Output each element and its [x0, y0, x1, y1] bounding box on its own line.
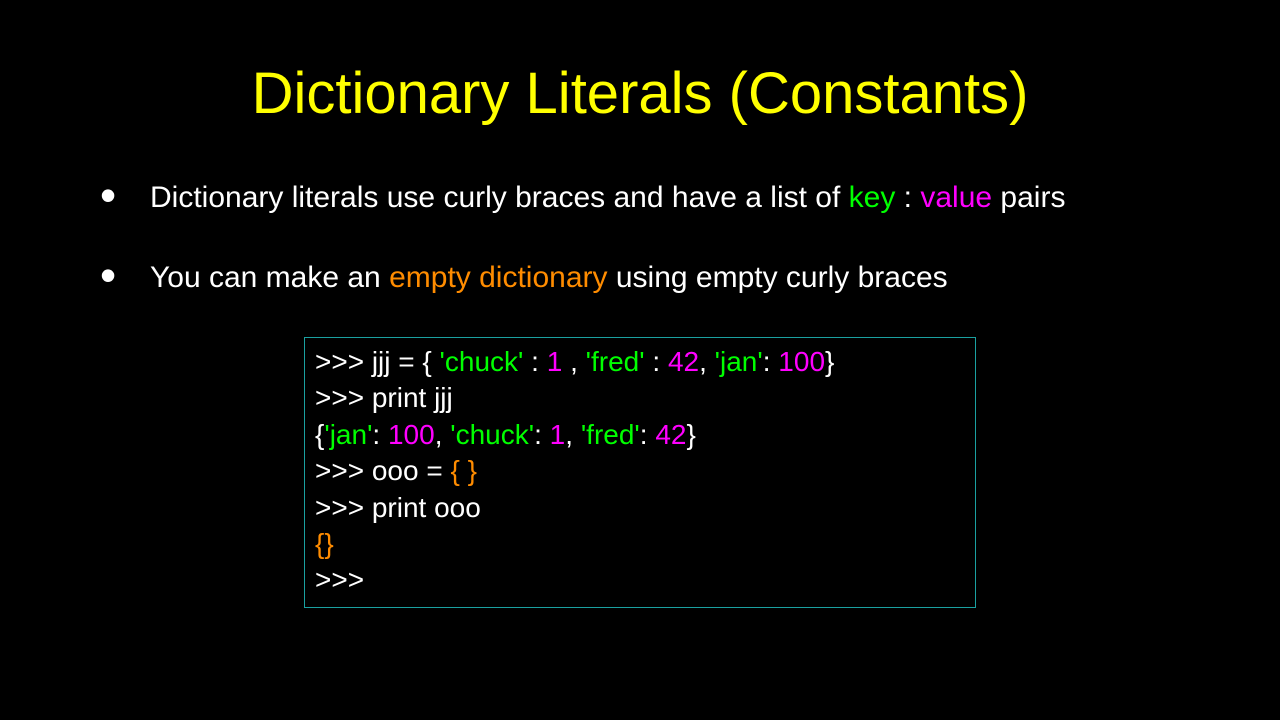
code-l3-val2: 1 [550, 419, 566, 450]
bullet-2-text-2: an [347, 261, 389, 294]
bullet-2-text-3: using empty curly braces [608, 261, 948, 294]
code-l1-s1: , [562, 346, 585, 377]
code-l4-prompt: >>> ooo = [315, 455, 450, 486]
bullet-1-value: value [920, 181, 992, 214]
code-l1-prompt: >>> jjj = { [315, 346, 440, 377]
code-l1-val2: 42 [668, 346, 699, 377]
code-l1-c3: : [763, 346, 779, 377]
code-l3-c3: : [640, 419, 656, 450]
bullet-2-text-1: You can make [150, 261, 347, 294]
code-l1-key2: 'fred' [586, 346, 645, 377]
code-l1-c1: : [523, 346, 546, 377]
code-l1-key3: 'jan' [715, 346, 763, 377]
bullet-1: Dictionary literals use curly braces and… [90, 177, 1190, 219]
bullet-1-text-1: Dictionary literals use curly braces and… [150, 181, 849, 214]
code-line-3: {'jan': 100, 'chuck': 1, 'fred': 42} [315, 417, 965, 453]
bullet-list: Dictionary literals use curly braces and… [90, 177, 1190, 299]
code-l3-key1: 'jan' [324, 419, 372, 450]
code-l1-val1: 1 [547, 346, 563, 377]
code-l3-s3: } [686, 419, 695, 450]
code-l3-key2: 'chuck' [450, 419, 534, 450]
code-l1-s3: } [825, 346, 834, 377]
code-l1-key1: 'chuck' [440, 346, 524, 377]
code-l3-s1: , [435, 419, 451, 450]
code-l3-val1: 100 [388, 419, 435, 450]
code-l1-c2: : [645, 346, 668, 377]
code-line-7: >>> [315, 562, 965, 598]
slide: Dictionary Literals (Constants) Dictiona… [0, 0, 1280, 720]
code-line-4: >>> ooo = { } [315, 453, 965, 489]
code-l3-c1: : [372, 419, 388, 450]
code-l1-s2: , [699, 346, 715, 377]
code-l3-c2: : [534, 419, 550, 450]
code-line-1: >>> jjj = { 'chuck' : 1 , 'fred' : 42, '… [315, 344, 965, 380]
bullet-2: You can make an empty dictionary using e… [90, 257, 1190, 299]
bullet-1-colon: : [895, 181, 920, 214]
bullet-1-key: key [849, 181, 896, 214]
bullet-2-empty-dict: empty dictionary [389, 261, 607, 294]
slide-title: Dictionary Literals (Constants) [90, 60, 1190, 127]
code-l3-s2: , [565, 419, 581, 450]
code-line-2: >>> print jjj [315, 380, 965, 416]
code-l1-val3: 100 [778, 346, 825, 377]
code-l3-open: { [315, 419, 324, 450]
code-line-6: {} [315, 526, 965, 562]
code-l3-key3: 'fred' [581, 419, 640, 450]
code-example: >>> jjj = { 'chuck' : 1 , 'fred' : 42, '… [304, 337, 976, 608]
bullet-1-text-2: pairs [992, 181, 1065, 214]
code-l3-val3: 42 [655, 419, 686, 450]
code-l4-braces: { } [450, 455, 476, 486]
code-line-5: >>> print ooo [315, 490, 965, 526]
